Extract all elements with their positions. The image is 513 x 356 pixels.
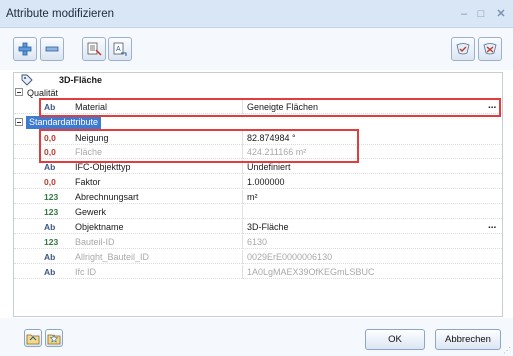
favorites-button[interactable] xyxy=(451,37,475,61)
group-standardattribute[interactable]: Standardattribute xyxy=(14,116,502,129)
type-badge: 0,0 xyxy=(44,177,56,187)
type-badge: Ab xyxy=(44,252,56,262)
resize-grip-icon[interactable]: ⋰ xyxy=(503,346,511,355)
table-row[interactable]: 123 Bauteil-ID 6130 xyxy=(14,235,502,249)
minimize-button[interactable]: – xyxy=(456,6,472,22)
table-row[interactable]: Ab Ifc ID 1A0LgMAEX39OfKEGmLSBUC xyxy=(14,265,502,279)
type-badge: 123 xyxy=(44,207,59,217)
attribute-name: Abrechnungsart xyxy=(75,192,139,202)
favorites-icon xyxy=(456,43,470,55)
attribute-name: Gewerk xyxy=(75,207,107,217)
collapse-toggle[interactable] xyxy=(15,118,23,126)
save-folder-icon xyxy=(47,333,61,344)
attribute-name: Objektname xyxy=(75,222,124,232)
remove-attribute-icon xyxy=(45,46,59,52)
highlight-material xyxy=(39,98,501,117)
type-badge: Ab xyxy=(44,162,56,172)
attribute-value[interactable]: Undefiniert xyxy=(247,162,291,172)
attribute-name: IFC-Objekttyp xyxy=(75,162,131,172)
table-row[interactable]: 0,0 Faktor 1.000000 xyxy=(14,175,502,189)
attribute-value[interactable]: 1.000000 xyxy=(247,177,285,187)
type-badge: Ab xyxy=(44,222,56,232)
maximize-button[interactable]: □ xyxy=(473,6,489,22)
pick-attribute-icon xyxy=(87,42,102,56)
type-badge: 123 xyxy=(44,237,59,247)
window-title: Attribute modifizieren xyxy=(6,8,115,20)
table-row[interactable]: 123 Abrechnungsart m² xyxy=(14,190,502,204)
open-favorites-button[interactable] xyxy=(24,329,42,347)
group-label: Qualität xyxy=(27,88,59,98)
attribute-value: 0029ErE0000006130 xyxy=(247,252,333,262)
highlight-neigung-flaeche xyxy=(39,129,359,163)
tag-icon xyxy=(21,74,33,86)
attribute-name: Allright_Bauteil_ID xyxy=(75,252,150,262)
attribute-value: 6130 xyxy=(247,237,268,247)
close-button[interactable]: ✕ xyxy=(493,6,509,22)
browse-button[interactable]: ... xyxy=(488,220,496,231)
attribute-grid: 3D-Fläche Qualität Ab Material Geneigte … xyxy=(13,72,503,317)
favorites-delete-button[interactable] xyxy=(478,37,502,61)
table-row[interactable]: Ab Objektname 3D-Fläche ... xyxy=(14,220,502,234)
attribute-name: Bauteil-ID xyxy=(75,237,115,247)
type-badge: Ab xyxy=(44,267,56,277)
cancel-button[interactable]: Abbrechen xyxy=(435,329,501,350)
attribute-value[interactable]: 3D-Fläche xyxy=(247,222,289,232)
favorites-delete-icon xyxy=(483,43,497,55)
title-bar: Attribute modifizieren – □ ✕ xyxy=(0,0,513,28)
footer: OK Abbrechen xyxy=(0,318,513,356)
group-label: Standardattribute xyxy=(26,116,102,129)
attribute-name: Faktor xyxy=(75,177,101,187)
object-header: 3D-Fläche xyxy=(14,73,502,87)
attribute-value[interactable]: m² xyxy=(247,192,258,202)
attribute-value: 1A0LgMAEX39OfKEGmLSBUC xyxy=(247,267,375,277)
toolbar: A xyxy=(0,28,513,70)
save-favorites-button[interactable] xyxy=(45,329,63,347)
table-row[interactable]: 123 Gewerk xyxy=(14,205,502,219)
add-attribute-button[interactable] xyxy=(13,37,37,61)
pick-attribute-button[interactable] xyxy=(82,37,106,61)
table-row[interactable]: Ab Allright_Bauteil_ID 0029ErE0000006130 xyxy=(14,250,502,264)
match-attribute-button[interactable]: A xyxy=(108,37,132,61)
object-title: 3D-Fläche xyxy=(59,75,103,85)
add-attribute-icon xyxy=(18,42,32,56)
ok-button[interactable]: OK xyxy=(365,329,425,350)
attribute-name: Ifc ID xyxy=(75,267,97,277)
remove-attribute-button[interactable] xyxy=(40,37,64,61)
svg-text:A: A xyxy=(116,46,121,53)
open-folder-icon xyxy=(26,334,40,344)
type-badge: 123 xyxy=(44,192,59,202)
collapse-toggle[interactable] xyxy=(15,88,23,96)
match-attribute-icon: A xyxy=(113,42,127,56)
